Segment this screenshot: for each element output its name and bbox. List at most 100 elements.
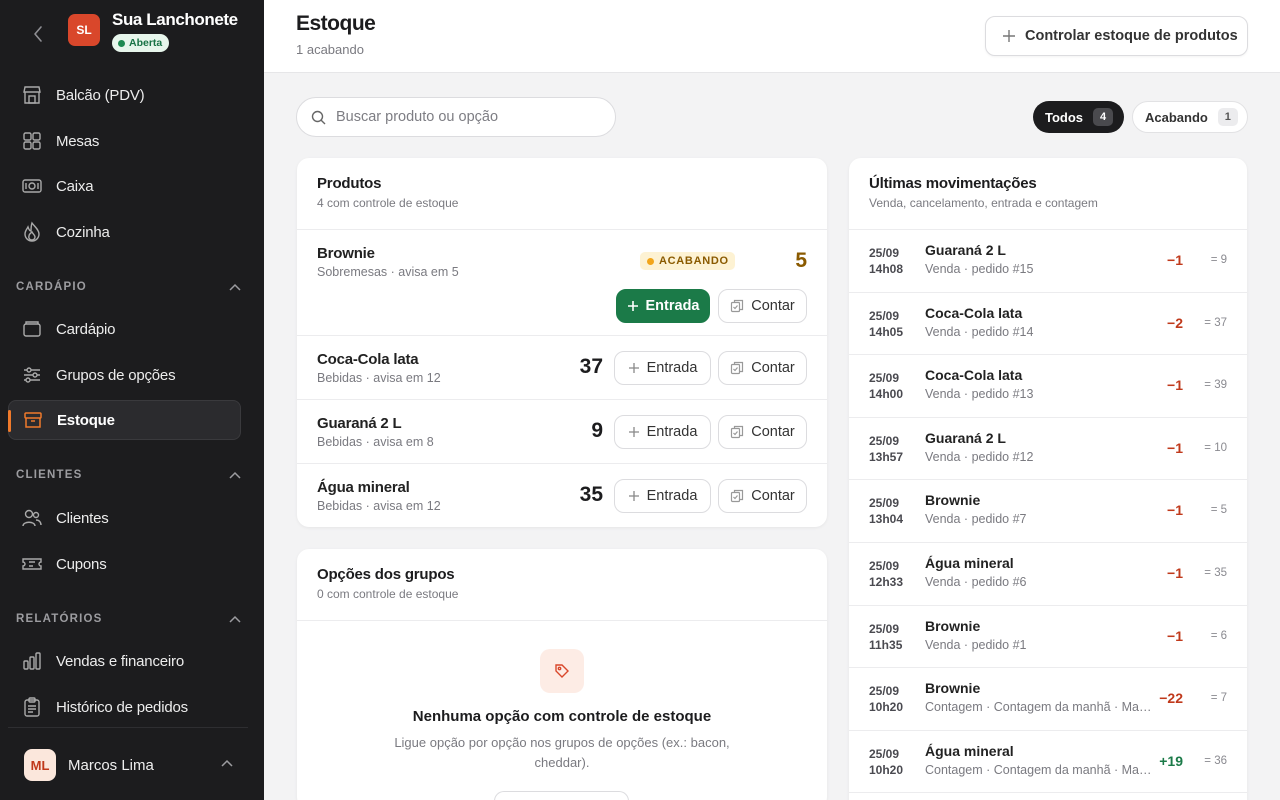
movement-delta: −22 [1159, 690, 1183, 707]
count-button[interactable]: Contar [718, 479, 807, 513]
movement-row: 25/09 13h57 Guaraná 2 L Venda · pedido #1… [849, 418, 1247, 481]
bar-chart-icon [20, 649, 44, 673]
flame-icon [20, 220, 44, 244]
movement-description: Venda · pedido #15 [925, 262, 1034, 276]
nav-item-cardapio[interactable]: Cardápio [8, 309, 241, 349]
movement-row: 25/09 14h08 Guaraná 2 L Venda · pedido #1… [849, 230, 1247, 293]
filter-label: Todos [1045, 109, 1084, 125]
user-menu[interactable]: ML Marcos Lima [8, 727, 248, 800]
nav-item-caixa[interactable]: Caixa [8, 166, 241, 206]
search-box[interactable] [296, 97, 616, 137]
movement-product: Coca-Cola lata [925, 367, 1023, 384]
plus-icon [628, 491, 639, 501]
plus-icon [628, 427, 639, 437]
movement-description: Venda · pedido #12 [925, 449, 1034, 464]
count-label: Contar [751, 488, 795, 504]
store-header: SL Sua Lanchonete Aberta [0, 0, 264, 70]
count-button[interactable]: Contar [718, 415, 807, 449]
movement-date: 25/09 [869, 371, 900, 386]
search-icon [311, 110, 326, 124]
plus-icon [627, 301, 638, 311]
filter-count: 1 [1217, 108, 1238, 126]
users-icon [20, 506, 44, 530]
movement-date: 25/09 [869, 684, 900, 699]
tag-icon [540, 649, 584, 693]
movement-date: 25/09 [869, 246, 900, 260]
section-title: CARDÁPIO [16, 281, 87, 293]
movements-card: Últimas movimentações Venda, cancelament… [849, 158, 1247, 800]
product-meta: Bebidas · avisa em 12 [317, 371, 441, 385]
product-quantity: 37 [579, 355, 603, 378]
section-cardapio[interactable]: CARDÁPIO [16, 281, 242, 293]
nav-label: Caixa [56, 177, 94, 195]
nav-item-mesas[interactable]: Mesas [8, 121, 241, 161]
nav-label: Grupos de opções [56, 366, 176, 384]
movement-product: Guaraná 2 L [925, 429, 1006, 446]
movement-delta: +19 [1159, 752, 1183, 769]
nav-item-clientes[interactable]: Clientes [8, 498, 241, 538]
product-row: Coca-Cola lata Bebidas · avisa em 12 37 … [297, 336, 827, 400]
movement-description: Contagem · Contagem da manhã · Ma… [925, 700, 1152, 715]
movement-row: 25/09 12h33 Água mineral Venda · pedido #… [849, 543, 1247, 606]
movement-description: Venda · pedido #6 [925, 574, 1027, 589]
card-subtitle: Venda, cancelamento, entrada e contagem [869, 196, 1098, 210]
movement-product: Água mineral [925, 742, 1014, 759]
count-button[interactable]: Contar [718, 351, 807, 385]
card-title: Opções dos grupos [317, 566, 455, 583]
section-clientes[interactable]: CLIENTES [16, 469, 242, 481]
nav-item-cozinha[interactable]: Cozinha [8, 212, 241, 252]
filter-todos[interactable]: Todos 4 [1033, 101, 1124, 133]
section-relatorios[interactable]: RELATÓRIOS [16, 613, 242, 625]
control-stock-button[interactable]: Controlar estoque de produtos [985, 16, 1248, 56]
empty-state-button[interactable] [494, 791, 629, 800]
entry-button[interactable]: Entrada [614, 479, 711, 513]
movement-date: 25/09 [869, 621, 900, 636]
entry-button[interactable]: Entrada [614, 415, 711, 449]
movement-description: Venda · pedido #1 [925, 637, 1027, 652]
entry-label: Entrada [646, 424, 698, 440]
chevron-left-icon [34, 26, 42, 42]
product-meta: Bebidas · avisa em 8 [317, 435, 434, 449]
nav-label: Cardápio [56, 320, 116, 338]
search-input[interactable] [336, 109, 596, 125]
ticket-icon [20, 552, 44, 576]
movement-delta: −1 [1167, 377, 1183, 394]
movement-delta: −1 [1167, 502, 1183, 519]
filter-count: 4 [1093, 108, 1114, 126]
movement-delta: −2 [1167, 314, 1183, 331]
count-label: Contar [751, 298, 795, 314]
entry-button[interactable]: Entrada [614, 351, 711, 385]
section-title: CLIENTES [16, 469, 83, 481]
movement-time: 11h35 [869, 637, 903, 652]
nav-item-balcao[interactable]: Balcão (PDV) [8, 75, 241, 115]
nav-label: Vendas e financeiro [56, 652, 184, 670]
movements-list: 25/09 14h08 Guaraná 2 L Venda · pedido #1… [849, 230, 1247, 794]
movement-date: 25/09 [869, 558, 900, 573]
movement-product: Água mineral [925, 554, 1014, 571]
product-row: Brownie Sobremesas · avisa em 5 ACABANDO… [297, 230, 827, 336]
movement-balance: = 36 [1204, 754, 1227, 767]
card-title: Produtos [317, 175, 382, 192]
nav-item-historico-de-pedidos[interactable]: Histórico de pedidos [8, 687, 241, 727]
entry-button[interactable]: Entrada [616, 289, 710, 323]
nav-item-cupons[interactable]: Cupons [8, 544, 241, 584]
movement-datetime: 25/09 10h20 [869, 746, 903, 778]
box-icon [21, 408, 45, 432]
movement-row: 25/09 14h00 Coca-Cola lata Venda · pedido… [849, 355, 1247, 418]
nav-label: Mesas [56, 132, 100, 150]
nav-item-vendas-e-financeiro[interactable]: Vendas e financeiro [8, 641, 241, 681]
card-header: Produtos 4 com controle de estoque [297, 158, 827, 230]
movement-delta: −1 [1167, 627, 1183, 644]
grid-icon [20, 129, 44, 153]
nav-item-estoque[interactable]: Estoque [8, 400, 241, 440]
count-button[interactable]: Contar [718, 289, 807, 323]
low-stock-label: ACABANDO [659, 255, 729, 267]
nav-label: Cupons [56, 555, 107, 573]
warning-dot-icon [647, 257, 654, 265]
filter-acabando[interactable]: Acabando 1 [1132, 101, 1248, 133]
back-button[interactable] [28, 24, 48, 44]
nav-item-grupos-de-opcoes[interactable]: Grupos de opções [8, 355, 241, 395]
movement-time: 14h05 [869, 324, 904, 339]
product-quantity: 35 [579, 483, 603, 506]
entry-label: Entrada [645, 298, 700, 314]
